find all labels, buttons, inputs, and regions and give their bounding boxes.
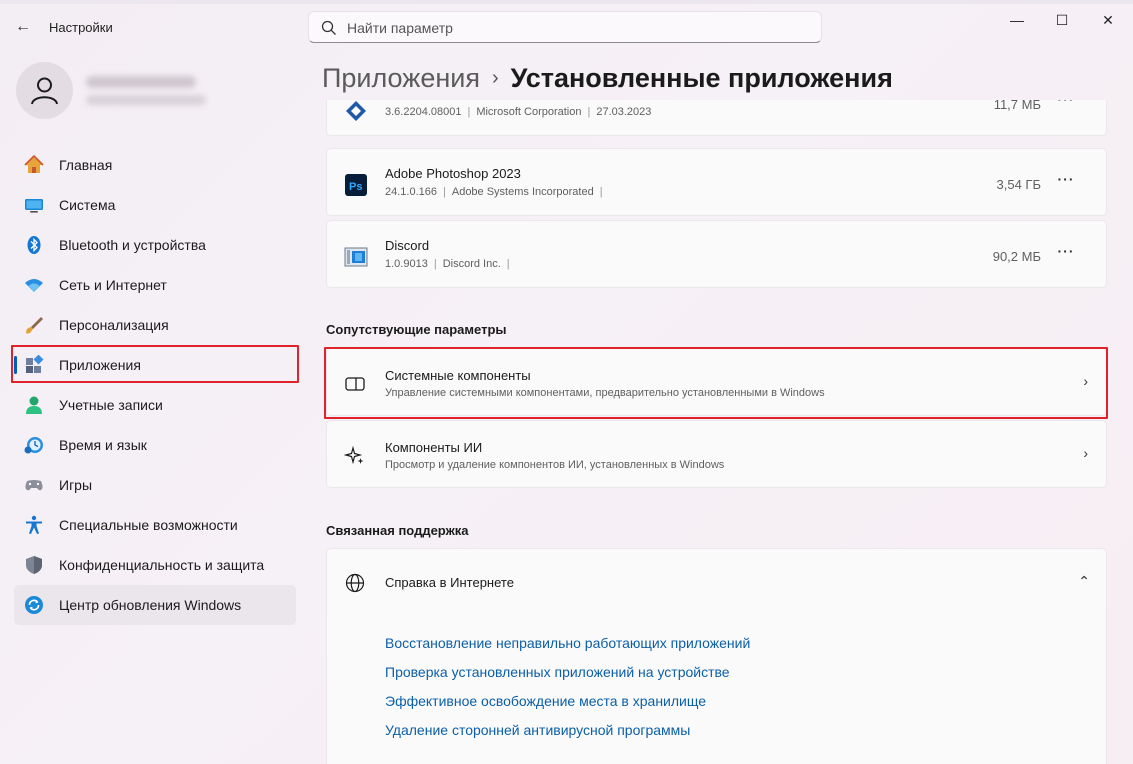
app-size: 3,54 ГБ	[996, 177, 1041, 192]
sidebar-item-label: Система	[59, 197, 116, 213]
sidebar-item-label: Главная	[59, 157, 113, 173]
sidebar-item-network[interactable]: Сеть и Интернет	[14, 265, 296, 305]
home-icon	[24, 155, 44, 173]
wifi-icon	[25, 279, 43, 292]
app-meta: 24.1.0.166 | Adobe Systems Incorporated |	[385, 186, 603, 198]
search-input[interactable]	[347, 18, 807, 38]
support-link[interactable]: Проверка установленных приложений на уст…	[385, 664, 750, 693]
sparkle-icon	[344, 445, 364, 465]
app-title: Настройки	[49, 20, 113, 35]
card-description: Просмотр и удаление компонентов ИИ, уста…	[385, 459, 725, 471]
app-row: 3.6.2204.08001 | Microsoft Corporation | 27.…	[326, 100, 1107, 136]
globe-icon	[345, 573, 365, 593]
gamepad-icon	[25, 480, 43, 491]
card-title: Справка в Интернете	[385, 575, 514, 590]
related-support-heading: Связанная поддержка	[326, 523, 469, 538]
sidebar-item-label: Время и язык	[59, 437, 147, 453]
app-size: 11,7 МБ	[993, 100, 1041, 112]
profile-name-blurred	[86, 76, 196, 88]
sidebar-item-privacy[interactable]: Конфиденциальность и защита	[14, 545, 296, 585]
sidebar-item-label: Конфиденциальность и защита	[59, 557, 265, 573]
app-size: 90,2 МБ	[992, 249, 1041, 264]
sidebar-item-label: Игры	[59, 477, 93, 493]
discord-icon	[344, 247, 368, 267]
sidebar-item-label: Персонализация	[59, 317, 169, 333]
chevron-up-icon[interactable]: ⌃	[1078, 573, 1090, 590]
page-title: Установленные приложения	[510, 63, 893, 93]
back-arrow-icon[interactable]: ←	[12, 16, 34, 38]
minimize-button[interactable]: —	[995, 6, 1039, 34]
user-icon	[31, 77, 58, 105]
svg-text:Ps: Ps	[349, 181, 362, 193]
sidebar-item-label: Центр обновления Windows	[59, 597, 242, 613]
sidebar-item-personalization[interactable]: Персонализация	[14, 305, 296, 345]
app-meta: 3.6.2204.08001 | Microsoft Corporation | 27.…	[385, 106, 652, 118]
ai-components-card[interactable]: Компоненты ИИ Просмотр и удаление компон…	[326, 420, 1107, 488]
app-name: Discord	[385, 238, 430, 253]
more-options-button[interactable]: ···	[1054, 243, 1078, 265]
online-help-card: Справка в Интернете ⌃ Восстановление неп…	[326, 548, 1107, 764]
support-link[interactable]: Восстановление неправильно работающих пр…	[385, 635, 750, 664]
update-icon	[25, 596, 43, 614]
sidebar-item-system[interactable]: Система	[14, 185, 296, 225]
sidebar-item-windows-update[interactable]: Центр обновления Windows	[14, 585, 296, 625]
app-meta: 1.0.9013 | Discord Inc. |	[385, 258, 510, 270]
bluetooth-icon	[27, 236, 41, 254]
related-settings-heading: Сопутствующие параметры	[326, 322, 507, 337]
shield-icon	[26, 556, 42, 574]
sidebar-nav: Главная Система Bluetooth и устройства С…	[14, 145, 296, 625]
sidebar-item-accounts[interactable]: Учетные записи	[14, 385, 296, 425]
maximize-button[interactable]: ☐	[1040, 6, 1084, 34]
sidebar-item-accessibility[interactable]: Специальные возможности	[14, 505, 296, 545]
support-link[interactable]: Эффективное освобождение места в хранили…	[385, 693, 750, 722]
sidebar-item-home[interactable]: Главная	[14, 145, 296, 185]
time-language-icon	[24, 437, 43, 454]
app-row: Ps Adobe Photoshop 2023 24.1.0.166 | Adobe…	[326, 148, 1107, 216]
breadcrumb-separator: ›	[491, 67, 499, 89]
accounts-icon	[26, 396, 42, 414]
sidebar-item-label: Сеть и Интернет	[59, 277, 167, 293]
search-box[interactable]	[308, 11, 822, 43]
app-row: Discord 1.0.9013 | Discord Inc. | 90,2 МБ ·…	[326, 220, 1107, 288]
main-content: 3.6.2204.08001 | Microsoft Corporation | 27.…	[326, 100, 1107, 764]
avatar	[16, 62, 73, 119]
app-name: Adobe Photoshop 2023	[385, 166, 521, 181]
title-bar: ← Настройки — ☐ ✕	[0, 0, 1133, 52]
close-button[interactable]: ✕	[1086, 6, 1130, 34]
sidebar-item-gaming[interactable]: Игры	[14, 465, 296, 505]
more-options-button[interactable]: ···	[1054, 100, 1078, 113]
apps-highlight-frame	[11, 345, 299, 383]
online-help-header[interactable]: Справка в Интернете ⌃	[327, 549, 1107, 617]
app-icon	[346, 101, 366, 121]
photoshop-icon: Ps	[345, 174, 367, 196]
brush-icon	[26, 317, 43, 334]
support-links: Восстановление неправильно работающих пр…	[385, 635, 750, 751]
sidebar-item-label: Bluetooth и устройства	[59, 237, 206, 253]
profile-email-blurred	[86, 95, 206, 105]
accessibility-icon	[26, 515, 42, 534]
breadcrumb: Приложения › Установленные приложения	[322, 63, 893, 94]
more-options-button[interactable]: ···	[1054, 171, 1078, 193]
chevron-right-icon: ›	[1083, 445, 1088, 461]
card-title: Компоненты ИИ	[385, 440, 483, 455]
sidebar-item-time-language[interactable]: Время и язык	[14, 425, 296, 465]
sidebar-item-label: Учетные записи	[59, 397, 163, 413]
sidebar-item-label: Специальные возможности	[59, 517, 238, 533]
breadcrumb-parent[interactable]: Приложения	[322, 63, 480, 93]
search-icon	[321, 20, 336, 35]
system-components-highlight-frame	[324, 347, 1108, 419]
support-link[interactable]: Удаление сторонней антивирусной программ…	[385, 722, 750, 751]
system-icon	[25, 199, 43, 213]
sidebar-item-bluetooth[interactable]: Bluetooth и устройства	[14, 225, 296, 265]
